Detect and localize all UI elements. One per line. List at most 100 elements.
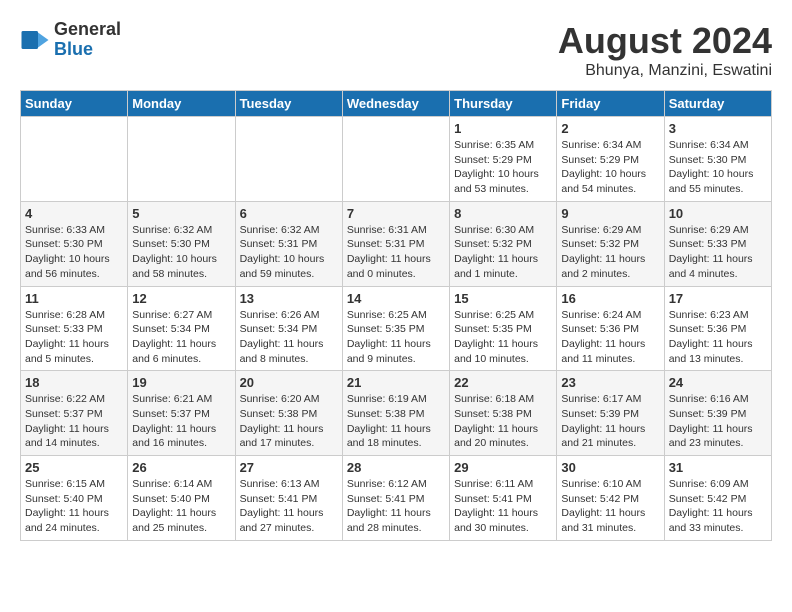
calendar-cell: 11 Sunrise: 6:28 AM Sunset: 5:33 PM Dayli… (21, 286, 128, 371)
day-info: Sunrise: 6:16 AM Sunset: 5:39 PM Dayligh… (669, 392, 767, 451)
calendar-week: 1 Sunrise: 6:35 AM Sunset: 5:29 PM Daylig… (21, 117, 772, 202)
day-number: 12 (132, 291, 230, 306)
day-info: Sunrise: 6:18 AM Sunset: 5:38 PM Dayligh… (454, 392, 552, 451)
day-number: 22 (454, 375, 552, 390)
day-info: Sunrise: 6:25 AM Sunset: 5:35 PM Dayligh… (454, 308, 552, 367)
day-info: Sunrise: 6:29 AM Sunset: 5:32 PM Dayligh… (561, 223, 659, 282)
day-number: 25 (25, 460, 123, 475)
day-number: 6 (240, 206, 338, 221)
calendar-cell: 29 Sunrise: 6:11 AM Sunset: 5:41 PM Dayli… (450, 456, 557, 541)
day-info: Sunrise: 6:17 AM Sunset: 5:39 PM Dayligh… (561, 392, 659, 451)
calendar-cell: 28 Sunrise: 6:12 AM Sunset: 5:41 PM Dayli… (342, 456, 449, 541)
logo: General Blue (20, 20, 121, 60)
day-number: 31 (669, 460, 767, 475)
calendar-cell: 10 Sunrise: 6:29 AM Sunset: 5:33 PM Dayli… (664, 201, 771, 286)
weekday-header: Saturday (664, 91, 771, 117)
day-info: Sunrise: 6:27 AM Sunset: 5:34 PM Dayligh… (132, 308, 230, 367)
calendar-cell: 5Sunrise: 6:32 AM Sunset: 5:30 PM Daylig… (128, 201, 235, 286)
weekday-header: Thursday (450, 91, 557, 117)
day-info: Sunrise: 6:21 AM Sunset: 5:37 PM Dayligh… (132, 392, 230, 451)
day-number: 26 (132, 460, 230, 475)
day-number: 27 (240, 460, 338, 475)
day-number: 29 (454, 460, 552, 475)
day-info: Sunrise: 6:34 AM Sunset: 5:29 PM Dayligh… (561, 138, 659, 197)
calendar-cell: 19 Sunrise: 6:21 AM Sunset: 5:37 PM Dayli… (128, 371, 235, 456)
day-number: 3 (669, 121, 767, 136)
page-header: General Blue August 2024 Bhunya, Manzini… (20, 20, 772, 80)
calendar-cell: 8Sunrise: 6:30 AM Sunset: 5:32 PM Daylig… (450, 201, 557, 286)
day-info: Sunrise: 6:31 AM Sunset: 5:31 PM Dayligh… (347, 223, 445, 282)
day-number: 16 (561, 291, 659, 306)
logo-general-text: General (54, 20, 121, 40)
calendar-cell (235, 117, 342, 202)
logo-icon (20, 25, 50, 55)
day-info: Sunrise: 6:11 AM Sunset: 5:41 PM Dayligh… (454, 477, 552, 536)
calendar-cell: 13Sunrise: 6:26 AM Sunset: 5:34 PM Dayli… (235, 286, 342, 371)
day-number: 2 (561, 121, 659, 136)
day-number: 28 (347, 460, 445, 475)
calendar-table: SundayMondayTuesdayWednesdayThursdayFrid… (20, 90, 772, 541)
calendar-cell: 25 Sunrise: 6:15 AM Sunset: 5:40 PM Dayli… (21, 456, 128, 541)
day-number: 18 (25, 375, 123, 390)
logo-blue-text: Blue (54, 40, 121, 60)
day-info: Sunrise: 6:35 AM Sunset: 5:29 PM Dayligh… (454, 138, 552, 197)
day-info: Sunrise: 6:24 AM Sunset: 5:36 PM Dayligh… (561, 308, 659, 367)
calendar-cell: 18Sunrise: 6:22 AM Sunset: 5:37 PM Dayli… (21, 371, 128, 456)
day-info: Sunrise: 6:10 AM Sunset: 5:42 PM Dayligh… (561, 477, 659, 536)
calendar-cell (128, 117, 235, 202)
calendar-cell (21, 117, 128, 202)
calendar-cell: 14Sunrise: 6:25 AM Sunset: 5:35 PM Dayli… (342, 286, 449, 371)
day-info: Sunrise: 6:12 AM Sunset: 5:41 PM Dayligh… (347, 477, 445, 536)
calendar-cell: 30 Sunrise: 6:10 AM Sunset: 5:42 PM Dayli… (557, 456, 664, 541)
calendar-cell: 7Sunrise: 6:31 AM Sunset: 5:31 PM Daylig… (342, 201, 449, 286)
day-info: Sunrise: 6:14 AM Sunset: 5:40 PM Dayligh… (132, 477, 230, 536)
calendar-cell: 12 Sunrise: 6:27 AM Sunset: 5:34 PM Dayli… (128, 286, 235, 371)
day-number: 11 (25, 291, 123, 306)
calendar-cell: 26 Sunrise: 6:14 AM Sunset: 5:40 PM Dayli… (128, 456, 235, 541)
day-number: 10 (669, 206, 767, 221)
day-number: 30 (561, 460, 659, 475)
calendar-cell: 23 Sunrise: 6:17 AM Sunset: 5:39 PM Dayli… (557, 371, 664, 456)
day-info: Sunrise: 6:32 AM Sunset: 5:31 PM Dayligh… (240, 223, 338, 282)
logo-text: General Blue (54, 20, 121, 60)
day-info: Sunrise: 6:29 AM Sunset: 5:33 PM Dayligh… (669, 223, 767, 282)
weekday-header: Wednesday (342, 91, 449, 117)
day-info: Sunrise: 6:09 AM Sunset: 5:42 PM Dayligh… (669, 477, 767, 536)
day-number: 21 (347, 375, 445, 390)
header-row: SundayMondayTuesdayWednesdayThursdayFrid… (21, 91, 772, 117)
day-info: Sunrise: 6:26 AM Sunset: 5:34 PM Dayligh… (240, 308, 338, 367)
calendar-cell: 24 Sunrise: 6:16 AM Sunset: 5:39 PM Dayli… (664, 371, 771, 456)
calendar-cell: 6 Sunrise: 6:32 AM Sunset: 5:31 PM Daylig… (235, 201, 342, 286)
calendar-cell: 16 Sunrise: 6:24 AM Sunset: 5:36 PM Dayli… (557, 286, 664, 371)
month-title: August 2024 (558, 20, 772, 62)
day-info: Sunrise: 6:20 AM Sunset: 5:38 PM Dayligh… (240, 392, 338, 451)
location: Bhunya, Manzini, Eswatini (558, 62, 772, 80)
calendar-cell: 15 Sunrise: 6:25 AM Sunset: 5:35 PM Dayli… (450, 286, 557, 371)
day-info: Sunrise: 6:28 AM Sunset: 5:33 PM Dayligh… (25, 308, 123, 367)
day-number: 20 (240, 375, 338, 390)
calendar-cell: 3Sunrise: 6:34 AM Sunset: 5:30 PM Daylig… (664, 117, 771, 202)
day-number: 4 (25, 206, 123, 221)
calendar-cell: 4Sunrise: 6:33 AM Sunset: 5:30 PM Daylig… (21, 201, 128, 286)
day-number: 17 (669, 291, 767, 306)
weekday-header: Tuesday (235, 91, 342, 117)
day-number: 15 (454, 291, 552, 306)
calendar-cell: 21 Sunrise: 6:19 AM Sunset: 5:38 PM Dayli… (342, 371, 449, 456)
day-info: Sunrise: 6:19 AM Sunset: 5:38 PM Dayligh… (347, 392, 445, 451)
title-block: August 2024 Bhunya, Manzini, Eswatini (558, 20, 772, 80)
weekday-header: Monday (128, 91, 235, 117)
day-info: Sunrise: 6:25 AM Sunset: 5:35 PM Dayligh… (347, 308, 445, 367)
calendar-cell: 27Sunrise: 6:13 AM Sunset: 5:41 PM Dayli… (235, 456, 342, 541)
calendar-cell: 17Sunrise: 6:23 AM Sunset: 5:36 PM Dayli… (664, 286, 771, 371)
day-number: 1 (454, 121, 552, 136)
day-number: 19 (132, 375, 230, 390)
weekday-header: Sunday (21, 91, 128, 117)
day-number: 23 (561, 375, 659, 390)
day-info: Sunrise: 6:15 AM Sunset: 5:40 PM Dayligh… (25, 477, 123, 536)
calendar-cell: 9Sunrise: 6:29 AM Sunset: 5:32 PM Daylig… (557, 201, 664, 286)
calendar-cell: 20 Sunrise: 6:20 AM Sunset: 5:38 PM Dayli… (235, 371, 342, 456)
calendar-cell: 31 Sunrise: 6:09 AM Sunset: 5:42 PM Dayli… (664, 456, 771, 541)
calendar-week: 25 Sunrise: 6:15 AM Sunset: 5:40 PM Dayli… (21, 456, 772, 541)
day-number: 8 (454, 206, 552, 221)
day-number: 24 (669, 375, 767, 390)
